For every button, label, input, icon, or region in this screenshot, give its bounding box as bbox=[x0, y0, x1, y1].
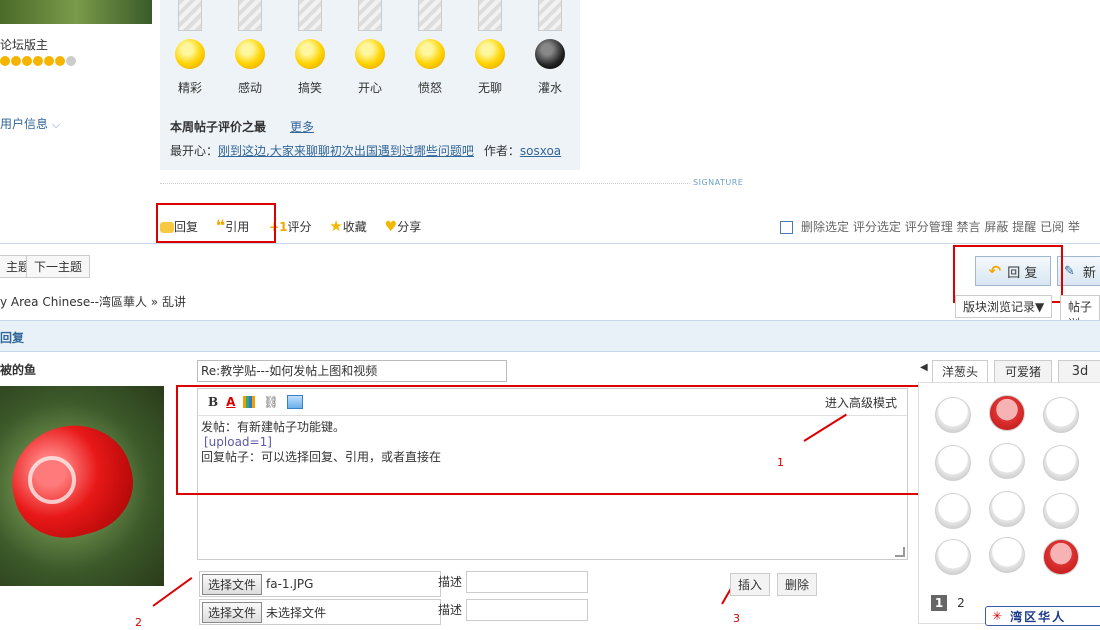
annotation-2: 2 bbox=[135, 616, 142, 629]
sticker-tab-pig[interactable]: 可爱猪 bbox=[994, 360, 1052, 384]
top-avatar-fragment bbox=[0, 0, 152, 24]
delete-selected[interactable]: 删除选定 bbox=[801, 220, 849, 234]
emoji-icon bbox=[355, 39, 385, 69]
annotation-3: 3 bbox=[733, 612, 740, 625]
weekly-happiest-row: 最开心：刚到这边,大家来聊聊初次出国遇到过哪些问题吧 作者：sosxoa bbox=[170, 142, 561, 159]
vote-kaixin[interactable]: 开心 bbox=[350, 0, 390, 96]
emoji-icon bbox=[415, 39, 445, 69]
subject-input[interactable]: Re:教学贴---如何发帖上图和视频 bbox=[197, 360, 507, 382]
annotation-1: 1 bbox=[777, 456, 784, 469]
reply-form-title: 回复 bbox=[0, 331, 25, 345]
weekly-heading: 本周帖子评价之最 bbox=[170, 120, 267, 134]
sticker-item[interactable] bbox=[1043, 397, 1079, 433]
insert-button[interactable]: 插入 bbox=[730, 573, 771, 596]
mark-read[interactable]: 已阅 bbox=[1040, 220, 1064, 234]
rank-stars bbox=[0, 55, 76, 69]
sticker-item[interactable] bbox=[989, 395, 1025, 431]
sticker-grid: 1 2 bbox=[918, 382, 1100, 624]
remind[interactable]: 提醒 bbox=[1012, 220, 1036, 234]
vote-guanshui[interactable]: 灌水 bbox=[530, 0, 570, 96]
author-label: 作者： bbox=[483, 144, 520, 158]
vote-fennu[interactable]: 愤怒 bbox=[410, 0, 450, 96]
weekly-more-link[interactable]: 更多 bbox=[290, 118, 314, 135]
vote-wuliao[interactable]: 无聊 bbox=[470, 0, 510, 96]
emoji-icon bbox=[175, 39, 205, 69]
vote-jingcai[interactable]: 精彩 bbox=[170, 0, 210, 96]
sticker-item[interactable] bbox=[1043, 539, 1079, 575]
heart-icon: ♥ bbox=[384, 219, 398, 235]
forum-history-dropdown[interactable]: 版块浏览记录▼ bbox=[955, 295, 1053, 318]
emoji-icon bbox=[535, 39, 565, 69]
breadcrumb: y Area Chinese--湾區華人 » 乱讲 bbox=[0, 293, 186, 310]
share-link[interactable]: ♥分享 bbox=[384, 219, 422, 235]
sticker-tab-onion[interactable]: 洋葱头 bbox=[932, 360, 988, 383]
brand-logo: ✳ 湾区华人 bbox=[985, 606, 1100, 626]
signature-divider bbox=[160, 183, 690, 184]
vote-gandong[interactable]: 感动 bbox=[230, 0, 270, 96]
post-separator bbox=[0, 243, 1100, 244]
ban-user[interactable]: 禁言 bbox=[957, 220, 981, 234]
sticker-item[interactable] bbox=[935, 539, 971, 575]
choose-file-button-2[interactable]: 选择文件 bbox=[202, 601, 263, 623]
vote-panel: 精彩 感动 搞笑 开心 愤怒 无聊 灌水 本周帖子评价之最 更多 最开心：刚到这… bbox=[160, 0, 580, 170]
breadcrumb-forum[interactable]: y Area Chinese--湾區華人 bbox=[0, 295, 147, 309]
upload-row-1: 选择文件 fa-1.JPG bbox=[199, 571, 441, 597]
avatar bbox=[0, 386, 164, 586]
block-post[interactable]: 屏蔽 bbox=[984, 220, 1008, 234]
report-partial[interactable]: 举 bbox=[1068, 220, 1080, 234]
desc-label-2: 描述 bbox=[438, 603, 463, 617]
desc-label-1: 描述 bbox=[438, 575, 463, 589]
signature-label: SIGNATURE bbox=[693, 178, 744, 187]
upload-row-2: 选择文件 未选择文件 bbox=[199, 599, 441, 625]
emoji-icon bbox=[475, 39, 505, 69]
user-info-link[interactable]: 用户信息 ⌵ bbox=[0, 115, 60, 132]
sticker-tab-3d[interactable]: 3d bbox=[1058, 360, 1100, 384]
sticker-item[interactable] bbox=[935, 445, 971, 481]
sticker-prev-icon[interactable]: ◀ bbox=[920, 362, 928, 373]
happiest-label: 最开心： bbox=[170, 144, 219, 158]
happiest-thread-link[interactable]: 刚到这边,大家来聊聊初次出国遇到过哪些问题吧 bbox=[218, 144, 474, 158]
role-label: 论坛版主 bbox=[0, 38, 49, 52]
sticker-page-2[interactable]: 2 bbox=[953, 595, 969, 611]
brand-mark-icon: ✳ bbox=[992, 609, 1005, 623]
chevron-down-icon: ⌵ bbox=[51, 118, 61, 131]
vote-gaoxiao[interactable]: 搞笑 bbox=[290, 0, 330, 96]
sticker-item[interactable] bbox=[935, 493, 971, 529]
desc-input-2[interactable] bbox=[466, 599, 588, 621]
choose-file-button-1[interactable]: 选择文件 bbox=[202, 573, 263, 595]
file-name-1: fa-1.JPG bbox=[266, 577, 314, 591]
delete-button[interactable]: 删除 bbox=[777, 573, 818, 596]
breadcrumb-separator: » bbox=[150, 295, 159, 309]
author-link[interactable]: sosxoa bbox=[520, 144, 561, 158]
star-icon: ★ bbox=[329, 217, 343, 235]
file-name-2: 未选择文件 bbox=[266, 605, 327, 620]
new-post-button[interactable]: ✎ 新 bbox=[1057, 256, 1100, 286]
sticker-item[interactable] bbox=[989, 443, 1025, 479]
breadcrumb-current[interactable]: 乱讲 bbox=[162, 295, 186, 309]
edit-icon: ✎ bbox=[1064, 263, 1075, 279]
next-topic-button[interactable]: 下一主题 bbox=[26, 255, 91, 278]
select-checkbox[interactable] bbox=[780, 221, 793, 234]
author-name: 被的鱼 bbox=[0, 363, 37, 377]
sticker-page-1[interactable]: 1 bbox=[931, 595, 947, 611]
mod-actions: 删除选定 评分选定 评分管理 禁言 屏蔽 提醒 已阅 举 bbox=[780, 218, 1080, 235]
resize-handle[interactable] bbox=[895, 547, 905, 557]
sticker-item[interactable] bbox=[1043, 493, 1079, 529]
sticker-item[interactable] bbox=[989, 491, 1025, 527]
desc-input-1[interactable] bbox=[466, 571, 588, 593]
sticker-item[interactable] bbox=[989, 537, 1025, 573]
sticker-item[interactable] bbox=[1043, 445, 1079, 481]
annotation-box-reply-quote bbox=[156, 203, 276, 243]
rate-manage[interactable]: 评分管理 bbox=[905, 220, 953, 234]
sticker-item[interactable] bbox=[935, 397, 971, 433]
favorite-link[interactable]: ★收藏 bbox=[329, 217, 366, 235]
annotation-box-editor bbox=[176, 385, 945, 495]
emoji-icon bbox=[235, 39, 265, 69]
reply-form-header: 回复 bbox=[0, 320, 1100, 352]
emoji-icon bbox=[295, 39, 325, 69]
rate-selected[interactable]: 评分选定 bbox=[853, 220, 901, 234]
